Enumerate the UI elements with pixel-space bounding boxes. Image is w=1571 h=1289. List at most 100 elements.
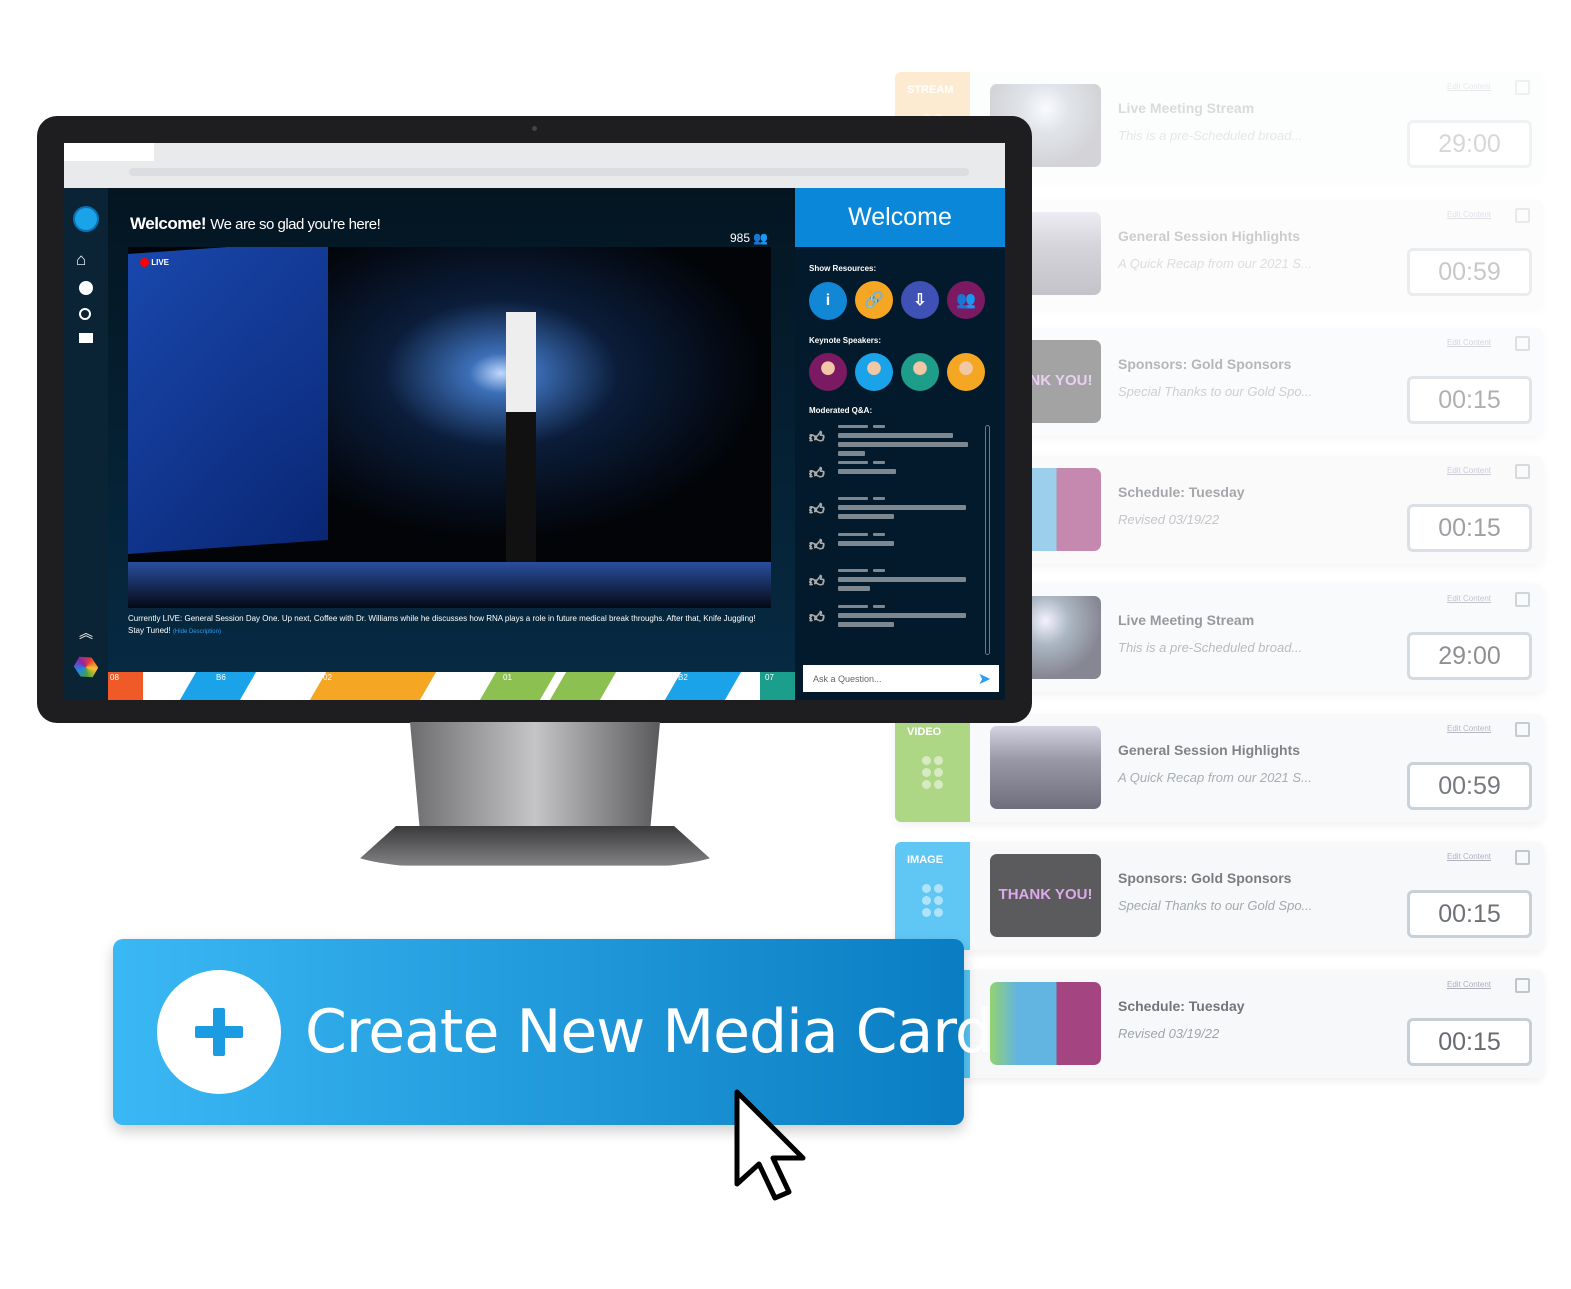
edit-content-link[interactable]: Edit Content (1447, 594, 1491, 603)
card-title: General Session Highlights (1118, 742, 1301, 758)
qa-scrollbar[interactable] (985, 425, 990, 655)
media-card[interactable]: Schedule: Tuesday Revised 03/19/22 Edit … (895, 970, 1543, 1078)
edit-content-link[interactable]: Edit Content (1447, 210, 1491, 219)
speaker-avatar[interactable] (901, 353, 939, 391)
edit-icon[interactable] (1515, 592, 1530, 607)
browser-bar (64, 143, 1005, 188)
duration-field[interactable]: 00:15 (1407, 376, 1532, 424)
speaker-avatar[interactable] (809, 353, 847, 391)
mail-icon[interactable] (79, 333, 93, 343)
ask-question-input[interactable]: Ask a Question... ➤ (803, 665, 999, 692)
cursor-icon (734, 1089, 806, 1201)
duration-field[interactable]: 29:00 (1407, 632, 1532, 680)
speaker-avatar[interactable] (855, 353, 893, 391)
avatar[interactable] (73, 206, 99, 232)
card-title: Schedule: Tuesday (1118, 484, 1245, 500)
search-icon[interactable] (79, 308, 91, 320)
edit-content-link[interactable]: Edit Content (1447, 724, 1491, 733)
card-subtitle: This is a pre-Scheduled broad... (1118, 128, 1303, 143)
app-sidebar: ⌂ ︽ (64, 188, 108, 700)
duration-field[interactable]: 00:15 (1407, 1018, 1532, 1066)
video-player[interactable]: LIVE (128, 247, 771, 608)
duration-field[interactable]: 00:59 (1407, 248, 1532, 296)
card-thumbnail (990, 982, 1101, 1065)
card-title: Live Meeting Stream (1118, 100, 1255, 116)
drag-handle-icon[interactable] (922, 884, 943, 917)
drag-handle-icon[interactable] (922, 756, 943, 789)
users-icon: 👥 (753, 231, 769, 245)
logo-icon (71, 652, 101, 682)
booth-tile[interactable] (664, 672, 742, 700)
link-icon[interactable]: 🔗 (855, 281, 893, 319)
chevron-up-icon[interactable]: ︽ (79, 623, 93, 643)
booth-number: 02 (323, 673, 332, 682)
users-icon[interactable]: 👥 (947, 281, 985, 319)
card-title: Sponsors: Gold Sponsors (1118, 356, 1292, 372)
card-title: Schedule: Tuesday (1118, 998, 1245, 1014)
booth-number: 01 (503, 673, 512, 682)
booth-number: 07 (765, 673, 774, 682)
duration-field[interactable]: 00:59 (1407, 762, 1532, 810)
edit-icon[interactable] (1515, 208, 1530, 223)
main-stage: Welcome! We are so glad you're here! 985… (108, 188, 795, 700)
create-new-media-card-button[interactable]: Create New Media Card (113, 939, 993, 1125)
thumbs-up-outline-icon[interactable]: 👍︎ (809, 609, 826, 627)
edit-icon[interactable] (1515, 978, 1530, 993)
booth-number: B6 (216, 673, 226, 682)
live-description: Currently LIVE: General Session Day One.… (128, 614, 756, 635)
edit-content-link[interactable]: Edit Content (1447, 338, 1491, 347)
edit-content-link[interactable]: Edit Content (1447, 466, 1491, 475)
edit-icon[interactable] (1515, 336, 1530, 351)
edit-icon[interactable] (1515, 722, 1530, 737)
file-download-icon[interactable]: ⇩ (901, 281, 939, 319)
card-subtitle: This is a pre-Scheduled broad... (1118, 640, 1303, 655)
panel-title: Welcome (795, 188, 1005, 247)
create-button-label: Create New Media Card (305, 997, 993, 1067)
card-type-tag: IMAGE (895, 842, 970, 950)
qa-item: 👍︎ (809, 461, 979, 491)
media-card[interactable]: VIDEO General Session Highlights A Quick… (895, 714, 1543, 822)
card-thumbnail: THANK YOU! (990, 854, 1101, 937)
edit-content-link[interactable]: Edit Content (1447, 852, 1491, 861)
monitor-base (352, 826, 718, 866)
viewer-count: 985 👥 (730, 231, 769, 245)
media-card[interactable]: IMAGE THANK YOU! Sponsors: Gold Sponsors… (895, 842, 1543, 950)
edit-icon[interactable] (1515, 80, 1530, 95)
thumbs-up-filled-icon[interactable]: 👍︎ (809, 465, 826, 483)
edit-content-link[interactable]: Edit Content (1447, 980, 1491, 989)
thumbs-up-outline-icon[interactable]: 👍︎ (809, 501, 826, 519)
home-icon[interactable]: ⌂ (76, 250, 86, 270)
booth-tile[interactable] (479, 672, 557, 700)
thumbs-up-filled-icon[interactable]: 👍︎ (809, 429, 826, 447)
duration-field[interactable]: 00:15 (1407, 890, 1532, 938)
edit-icon[interactable] (1515, 850, 1530, 865)
plus-icon (157, 970, 281, 1094)
thumbs-up-filled-icon[interactable]: 👍︎ (809, 573, 826, 591)
card-subtitle: Revised 03/19/22 (1118, 1026, 1220, 1041)
card-title: Live Meeting Stream (1118, 612, 1255, 628)
live-badge: LIVE (140, 258, 169, 268)
card-title: General Session Highlights (1118, 228, 1301, 244)
speaker-avatar[interactable] (947, 353, 985, 391)
booth-number: 08 (110, 673, 119, 682)
booth-strip[interactable]: 08 B6 02 01 B2 07 (108, 672, 795, 700)
edit-icon[interactable] (1515, 464, 1530, 479)
monitor-stand (410, 722, 660, 832)
booth-tile[interactable] (549, 672, 617, 700)
show-resources-label: Show Resources: (809, 264, 877, 273)
duration-field[interactable]: 00:15 (1407, 504, 1532, 552)
qa-item: 👍︎ (809, 533, 979, 563)
clock-icon[interactable] (79, 281, 93, 295)
send-icon[interactable]: ➤ (978, 669, 991, 689)
qa-item: 👍︎ (809, 497, 979, 527)
duration-field[interactable]: 29:00 (1407, 120, 1532, 168)
info-icon[interactable]: i (809, 282, 847, 320)
screen: ⌂ ︽ Welcome! We are so glad you're here!… (64, 143, 1005, 700)
keynote-label: Keynote Speakers: (809, 336, 882, 345)
card-subtitle: Special Thanks to our Gold Spo... (1118, 898, 1313, 913)
card-subtitle: A Quick Recap from our 2021 S... (1118, 770, 1312, 785)
hide-description-link[interactable]: (Hide Description) (173, 629, 221, 635)
edit-content-link[interactable]: Edit Content (1447, 82, 1491, 91)
thumbs-up-outline-icon[interactable]: 👍︎ (809, 537, 826, 555)
booth-number: B2 (678, 673, 688, 682)
